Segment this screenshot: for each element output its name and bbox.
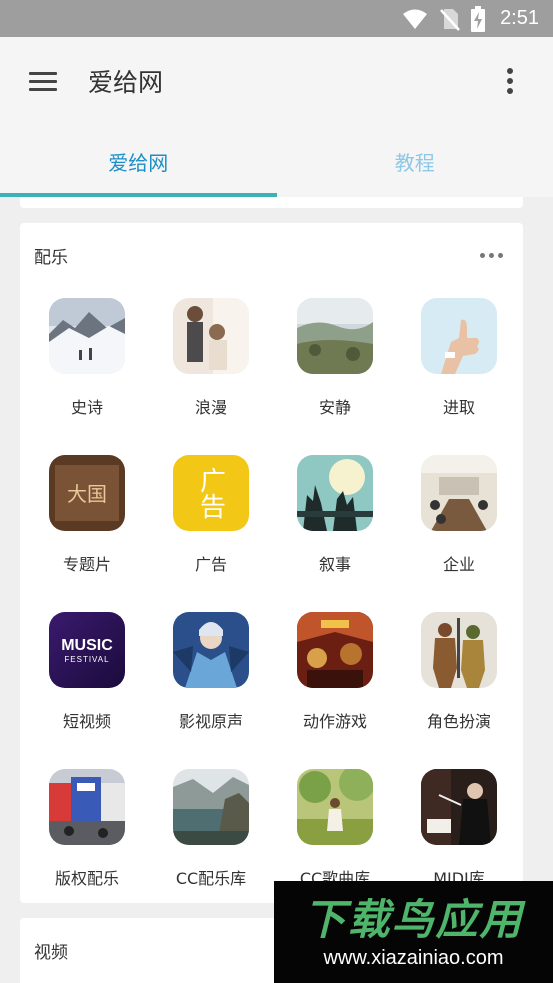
category-label: CC配乐库: [175, 869, 247, 888]
category-label: 进取: [442, 398, 475, 417]
category-label: 广告: [194, 555, 227, 574]
music-festival-thumbnail: MUSIC FESTIVAL: [49, 612, 125, 688]
ad-thumbnail: 广告: [173, 455, 249, 531]
category-label: 浪漫: [194, 398, 227, 417]
music-section-more-button[interactable]: [480, 247, 503, 264]
app-bar: 爱给网: [0, 37, 553, 125]
meeting-room-thumbnail: [421, 455, 497, 531]
city-square-thumbnail: [49, 769, 125, 845]
category-advertising[interactable]: 广告 广告: [149, 444, 273, 601]
music-section-title: 配乐: [34, 247, 68, 268]
category-romantic[interactable]: 浪漫: [149, 287, 273, 444]
watermark-url: www.xiazainiao.com: [323, 946, 504, 969]
overflow-menu-button[interactable]: [487, 37, 533, 125]
snow-mountain-thumbnail: [49, 298, 125, 374]
tab-aigei[interactable]: 爱给网: [0, 125, 277, 197]
svg-text:大国: 大国: [67, 482, 107, 506]
more-horizontal-icon: [480, 252, 485, 258]
app-title: 爱给网: [88, 68, 164, 97]
category-label: 版权配乐: [54, 869, 119, 888]
category-documentary[interactable]: 大国 专题片: [25, 444, 149, 601]
category-role-playing[interactable]: 角色扮演: [397, 601, 521, 758]
tab-bar: 爱给网 教程: [0, 125, 553, 197]
category-label: 影视原声: [178, 712, 243, 731]
status-time: 2:51: [500, 7, 539, 29]
category-label: 史诗: [70, 398, 103, 417]
category-quiet[interactable]: 安静: [273, 287, 397, 444]
tab-tutorials[interactable]: 教程: [277, 125, 553, 197]
category-narrative[interactable]: 叙事: [273, 444, 397, 601]
fjord-thumbnail: [173, 769, 249, 845]
music-category-grid: 史诗 浪漫 安静 进取 大国 专题片 广告 广告 叙事 企业 MUSIC FES…: [20, 287, 523, 915]
music-section-header: 配乐: [20, 223, 523, 287]
category-label: 专题片: [62, 555, 111, 574]
category-label: 安静: [318, 398, 351, 417]
calligraphy-thumbnail: 大国: [49, 455, 125, 531]
watermark-logo: 下载鸟应用 www.xiazainiao.com: [274, 881, 553, 983]
warriors-thumbnail: [421, 612, 497, 688]
category-label: 动作游戏: [302, 712, 367, 731]
category-action-game[interactable]: 动作游戏: [273, 601, 397, 758]
battery-charging-icon: [471, 5, 486, 32]
category-short-video[interactable]: MUSIC FESTIVAL 短视频: [25, 601, 149, 758]
video-section-title: 视频: [34, 942, 68, 963]
more-vertical-icon: [507, 68, 513, 74]
wifi-icon: [403, 9, 428, 29]
hamburger-icon: [29, 67, 57, 96]
category-epic[interactable]: 史诗: [25, 287, 149, 444]
previous-card-edge: [20, 197, 523, 208]
hands-raised-thumbnail: [297, 455, 373, 531]
landscape-thumbnail: [297, 298, 373, 374]
couple-thumbnail: [173, 298, 249, 374]
thumbs-up-thumbnail: [421, 298, 497, 374]
girl-in-park-thumbnail: [297, 769, 373, 845]
watermark-title: 下载鸟应用: [303, 894, 524, 944]
category-cc-music-library[interactable]: CC配乐库: [149, 758, 273, 915]
music-section-card: 配乐 史诗 浪漫 安静 进取 大国 专题片 广告 广告 叙事 企业 MUSIC …: [20, 223, 523, 903]
category-aggressive[interactable]: 进取: [397, 287, 521, 444]
category-label: 企业: [442, 555, 475, 574]
status-bar: 2:51: [0, 0, 553, 37]
conductor-thumbnail: [421, 769, 497, 845]
menu-button[interactable]: [0, 37, 86, 125]
no-sim-icon: [440, 8, 460, 31]
category-corporate[interactable]: 企业: [397, 444, 521, 601]
category-soundtrack[interactable]: 影视原声: [149, 601, 273, 758]
game-poster-thumbnail: [297, 612, 373, 688]
category-label: 短视频: [62, 712, 111, 731]
fantasy-character-thumbnail: [173, 612, 249, 688]
category-label: 角色扮演: [426, 712, 491, 731]
category-licensed-music[interactable]: 版权配乐: [25, 758, 149, 915]
category-label: 叙事: [318, 555, 351, 574]
